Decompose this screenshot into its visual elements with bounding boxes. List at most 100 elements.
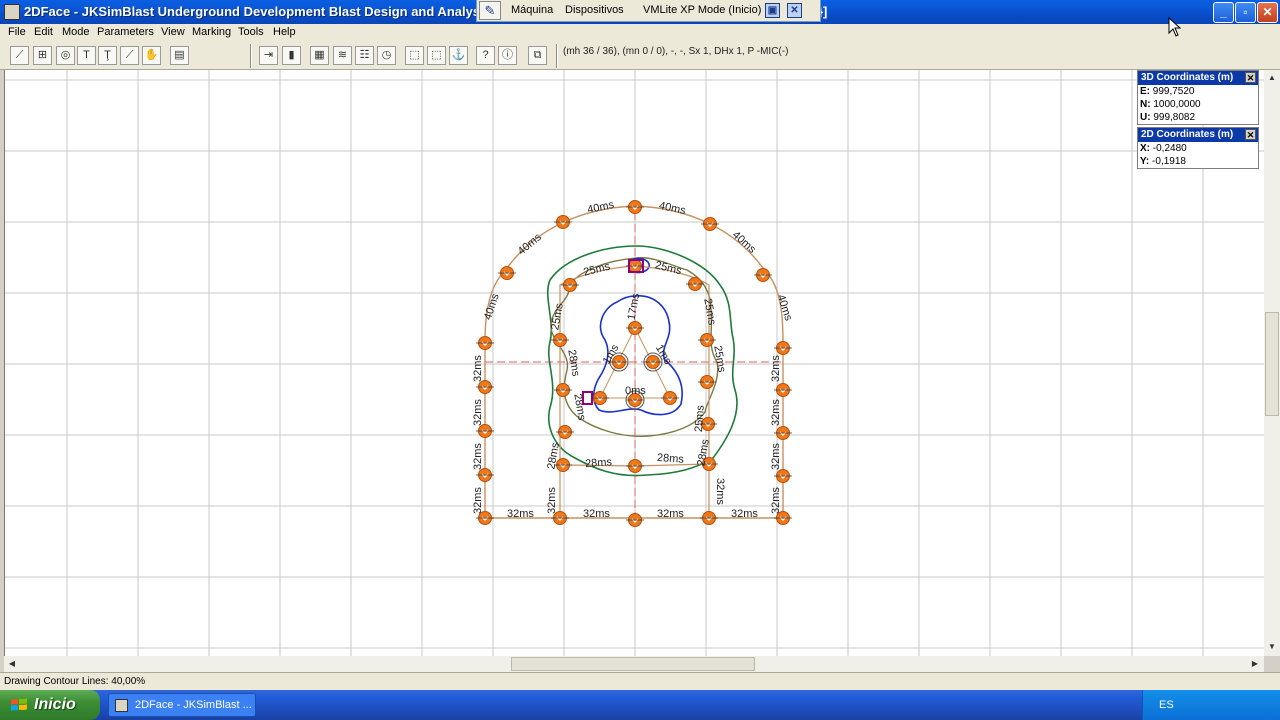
horizontal-scroll-thumb[interactable]: [511, 657, 755, 671]
delay-label: 25ms: [582, 260, 611, 278]
table-icon[interactable]: ☷: [355, 46, 374, 65]
hole-tool-icon[interactable]: T: [77, 46, 96, 65]
delay-label: 28ms: [565, 349, 582, 378]
menu-help[interactable]: Help: [273, 26, 296, 38]
delay-label: 28ms: [585, 456, 613, 470]
start-button[interactable]: Inicio: [0, 690, 100, 720]
horizontal-scrollbar[interactable]: ◀ ▶: [4, 656, 1264, 672]
vertical-scroll-thumb[interactable]: [1265, 312, 1279, 416]
detonator-tool-icon[interactable]: ▮: [282, 46, 301, 65]
menu-parameters[interactable]: Parameters: [97, 26, 154, 38]
delay-label: 28ms: [571, 393, 588, 422]
vm-close-icon[interactable]: ✕: [787, 3, 802, 18]
status-text: Drawing Contour Lines: 40,00%: [4, 676, 146, 687]
delay-label: 0ms: [625, 385, 646, 397]
scroll-left-icon[interactable]: ◀: [5, 657, 19, 671]
info-icon[interactable]: ⓘ: [498, 46, 517, 65]
system-tray: ES: [1142, 690, 1280, 720]
menu-file[interactable]: File: [8, 26, 26, 38]
charge-tool-icon[interactable]: Ţ: [98, 46, 117, 65]
design-canvas[interactable]: 40ms 40ms 40ms 40ms 40ms 40ms 32ms 32ms …: [4, 70, 1264, 656]
help-pointer-icon[interactable]: ?: [476, 46, 495, 65]
delay-label: 40ms: [482, 292, 502, 322]
toolbar: ⟋ ⊞ ◎ T Ţ ⟋ ✋ ▤ ⇥ ▮ ▦ ≋ ☷ ◷ ⬚ ⬚ ⚓ ? ⓘ ⧉ …: [0, 42, 1280, 70]
vm-toolbar: ✎ Máquina Dispositivos VMLite XP Mode (I…: [476, 0, 821, 22]
mouse-cursor-icon: [1168, 17, 1182, 37]
taskbar-item-2dface[interactable]: 2DFace - JKSimBlast ...: [108, 693, 256, 717]
app-icon: [115, 699, 128, 712]
delay-label: 32ms: [770, 487, 782, 514]
toolbar-readout: (mh 36 / 36), (mn 0 / 0), -, -, Sx 1, DH…: [563, 46, 789, 57]
coords-2d-title: 2D Coordinates (m): [1141, 129, 1234, 140]
timer-icon[interactable]: ◷: [377, 46, 396, 65]
scroll-down-icon[interactable]: ▼: [1265, 640, 1279, 654]
taskbar-item-label: 2DFace - JKSimBlast ...: [135, 699, 252, 711]
menu-marking[interactable]: Marking: [192, 26, 231, 38]
delay-label: 40ms: [730, 229, 758, 256]
vm-menu-mode[interactable]: VMLite XP Mode (Inicio): [643, 4, 761, 16]
coord-u-label: U:: [1140, 112, 1151, 123]
toolbar-separator: [556, 44, 558, 68]
menu-view[interactable]: View: [161, 26, 185, 38]
delay-label: 25ms: [701, 297, 718, 326]
vm-menu-machine[interactable]: Máquina: [511, 4, 553, 16]
start-label: Inicio: [34, 696, 76, 713]
select-area-icon[interactable]: ⬚: [427, 46, 446, 65]
menu-bar: File Edit Mode Parameters View Marking T…: [0, 24, 1280, 42]
pin-icon[interactable]: ✎: [479, 1, 501, 20]
delay-label: 40ms: [586, 199, 615, 216]
connect-tool-icon[interactable]: ⟋: [120, 46, 139, 65]
delay-label: 32ms: [770, 443, 782, 470]
delay-label: 32ms: [546, 487, 558, 514]
copy-icon[interactable]: ⧉: [528, 46, 547, 65]
language-indicator[interactable]: ES: [1159, 699, 1174, 711]
coord-e-label: E:: [1140, 86, 1150, 97]
coord-e-value: 999,7520: [1152, 86, 1195, 97]
delay-label: 32ms: [731, 508, 758, 520]
delay-label: 32ms: [472, 487, 484, 514]
add-point-icon[interactable]: ⊞: [33, 46, 52, 65]
vm-window-icon[interactable]: ▣: [765, 3, 780, 18]
delay-label: 32ms: [657, 508, 684, 520]
delay-label: 32ms: [472, 443, 484, 470]
delay-label: 32ms: [507, 508, 534, 520]
select-icon[interactable]: ⬚: [405, 46, 424, 65]
coords-3d-panel[interactable]: 3D Coordinates (m) ✕ E: 999,7520 N: 1000,…: [1137, 70, 1259, 125]
taskbar: Inicio 2DFace - JKSimBlast ... ES: [0, 690, 1280, 720]
delay-label: 40ms: [658, 200, 687, 217]
scroll-right-icon[interactable]: ▶: [1248, 657, 1262, 671]
coord-y-label: Y:: [1140, 156, 1150, 167]
coords-2d-panel[interactable]: 2D Coordinates (m) ✕ X: -0,2480 Y: -0,191…: [1137, 127, 1259, 169]
anchor-icon[interactable]: ⚓: [449, 46, 468, 65]
print-icon[interactable]: ▤: [170, 46, 189, 65]
close-icon[interactable]: ✕: [1245, 129, 1256, 140]
delay-label: 28ms: [657, 452, 685, 466]
delay-label: 25ms: [711, 345, 728, 374]
coord-u-value: 999,8082: [1153, 112, 1196, 123]
delay-label: 40ms: [516, 231, 545, 258]
delay-tool-icon[interactable]: ⇥: [259, 46, 278, 65]
circle-tool-icon[interactable]: ◎: [56, 46, 75, 65]
grid-toggle-icon[interactable]: ▦: [310, 46, 329, 65]
hand-tool-icon[interactable]: ✋: [142, 46, 161, 65]
menu-edit[interactable]: Edit: [34, 26, 53, 38]
close-button[interactable]: ✕: [1257, 2, 1278, 23]
contour-toggle-icon[interactable]: ≋: [333, 46, 352, 65]
coords-3d-title: 3D Coordinates (m): [1141, 72, 1234, 83]
delay-label: 40ms: [775, 293, 795, 323]
blast-design-drawing[interactable]: 40ms 40ms 40ms 40ms 40ms 40ms 32ms 32ms …: [5, 70, 1264, 656]
line-tool-icon[interactable]: ⟋: [10, 46, 29, 65]
vm-menu-devices[interactable]: Dispositivos: [565, 4, 624, 16]
coord-n-label: N:: [1140, 99, 1151, 110]
menu-tools[interactable]: Tools: [238, 26, 264, 38]
menu-mode[interactable]: Mode: [62, 26, 90, 38]
minimize-button[interactable]: _: [1213, 2, 1234, 23]
window-title: 2DFace - JKSimBlast Underground Developm…: [24, 4, 512, 19]
toolbar-separator: [250, 44, 252, 68]
vertical-scrollbar[interactable]: ▲ ▼: [1264, 70, 1280, 656]
scroll-up-icon[interactable]: ▲: [1265, 71, 1279, 85]
maximize-button[interactable]: ▫: [1235, 2, 1256, 23]
close-icon[interactable]: ✕: [1245, 72, 1256, 83]
delay-label: 32ms: [714, 478, 726, 505]
delay-label: 32ms: [770, 399, 782, 426]
